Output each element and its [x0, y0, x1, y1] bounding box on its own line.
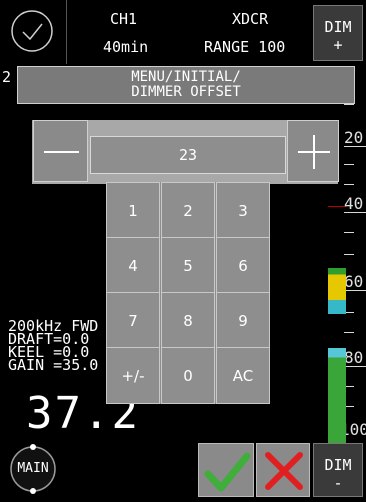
key-7[interactable]: 7 [106, 292, 160, 349]
main-button-label: MAIN [17, 461, 49, 476]
duration-label: 40min [103, 38, 149, 56]
offset-value-field[interactable]: 23 [90, 136, 286, 174]
decrement-button[interactable] [33, 120, 88, 182]
dim-plus-label: DIM [324, 18, 352, 36]
menu-title-bar: MENU/INITIAL/ DIMMER OFFSET [17, 66, 355, 104]
increment-button[interactable] [287, 120, 339, 182]
x-icon [265, 452, 303, 490]
dim-minus-label: DIM [324, 456, 352, 474]
key-clear[interactable]: AC [216, 347, 270, 404]
accept-button[interactable] [198, 443, 254, 497]
plus-icon: + [333, 36, 343, 54]
key-5[interactable]: 5 [161, 237, 215, 294]
key-2[interactable]: 2 [161, 182, 215, 239]
key-1[interactable]: 1 [106, 182, 160, 239]
transducer-label: XDCR [232, 10, 269, 28]
range-label: RANGE 100 [204, 38, 286, 56]
menu-title-path: MENU/INITIAL/ [131, 69, 241, 85]
echo-bar-yellow [328, 268, 346, 314]
check-circle-icon [11, 10, 53, 52]
keypad: 1 2 3 4 5 6 7 8 9 +/- 0 AC [106, 182, 270, 404]
scale-label-80: 80 [344, 348, 364, 367]
key-4[interactable]: 4 [106, 237, 160, 294]
dim-plus-button[interactable]: DIM + [313, 5, 363, 61]
main-menu-button[interactable]: MAIN [8, 444, 58, 494]
menu-left-fragment: 2 [2, 68, 12, 86]
key-3[interactable]: 3 [216, 182, 270, 239]
echo-bar-green [328, 348, 346, 444]
key-plus-minus[interactable]: +/- [106, 347, 160, 404]
minus-sign-icon: - [333, 474, 343, 492]
cancel-button[interactable] [256, 443, 310, 497]
scale-label-20: 20 [344, 128, 364, 147]
header-divider-left [66, 0, 67, 64]
key-0[interactable]: 0 [161, 347, 215, 404]
channel-label: CH1 [110, 10, 138, 28]
scale-label-40: 40 [344, 194, 364, 213]
status-circle-button[interactable] [9, 8, 55, 54]
plus-icon [298, 135, 330, 169]
menu-title-item: DIMMER OFFSET [131, 84, 241, 100]
gain-readout: GAIN =35.0 [8, 356, 99, 374]
scale-label-60: 60 [344, 272, 364, 291]
key-6[interactable]: 6 [216, 237, 270, 294]
key-8[interactable]: 8 [161, 292, 215, 349]
minus-icon [44, 151, 79, 153]
dim-minus-button[interactable]: DIM - [313, 443, 363, 497]
key-9[interactable]: 9 [216, 292, 270, 349]
check-icon [204, 452, 251, 492]
